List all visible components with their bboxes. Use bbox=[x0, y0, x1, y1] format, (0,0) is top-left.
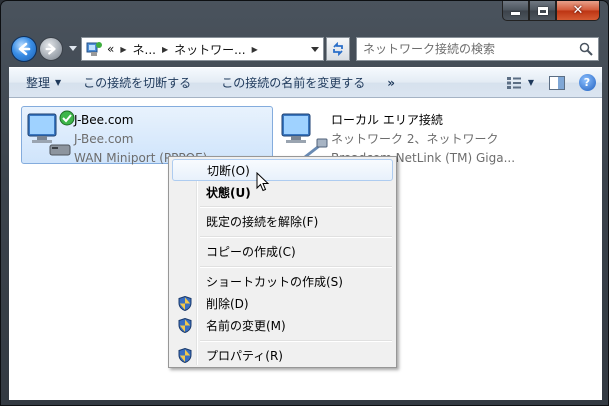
forward-button[interactable] bbox=[39, 37, 63, 61]
recent-pages-dropdown[interactable] bbox=[66, 42, 80, 56]
monitor-icon bbox=[281, 113, 328, 159]
uac-shield-icon bbox=[178, 317, 191, 333]
menu-item-create-copy[interactable]: コピーの作成(C) bbox=[172, 240, 393, 262]
menu-item-label: コピーの作成(C) bbox=[206, 244, 296, 259]
mouse-cursor-icon bbox=[256, 172, 270, 192]
menu-item-create-shortcut[interactable]: ショートカットの作成(S) bbox=[172, 270, 393, 292]
menu-item-label: ショートカットの作成(S) bbox=[206, 274, 343, 289]
rename-connection-button[interactable]: この接続の名前を変更する bbox=[211, 68, 379, 97]
breadcrumb-separator-icon[interactable]: ▶ bbox=[252, 45, 258, 54]
breadcrumb-item-control-panel[interactable]: ネ... bbox=[133, 41, 156, 58]
explorer-window: ✕ « ▶ ネ... ▶ ネットワー... ▶ ネットワーク接続の検索 整理 ▼… bbox=[0, 0, 609, 406]
breadcrumb-separator-icon[interactable]: ▶ bbox=[162, 45, 168, 54]
broadband-connection-icon bbox=[22, 107, 75, 159]
breadcrumb: « ▶ ネ... ▶ ネットワー... ▶ bbox=[107, 41, 264, 58]
menu-item-label: 削除(D) bbox=[206, 296, 249, 311]
connection-status: ネットワーク 2、ネットワーク bbox=[331, 132, 499, 146]
menu-item-label: 既定の接続を解除(F) bbox=[206, 214, 319, 229]
chevron-down-icon: ▼ bbox=[55, 78, 62, 87]
rename-label: この接続の名前を変更する bbox=[221, 76, 366, 90]
uac-shield-icon bbox=[178, 347, 191, 363]
minimize-icon bbox=[511, 12, 520, 15]
command-bar: 整理 ▼ この接続を切断する この接続の名前を変更する » ▼ ? bbox=[9, 67, 602, 98]
caption-buttons: ✕ bbox=[502, 1, 600, 21]
refresh-button[interactable] bbox=[326, 37, 350, 61]
connection-name: ローカル エリア接続 bbox=[331, 113, 443, 127]
preview-pane-button[interactable] bbox=[542, 68, 572, 97]
chevron-down-icon bbox=[69, 46, 77, 51]
menu-item-properties[interactable]: プロパティ(R) bbox=[172, 344, 393, 366]
help-button[interactable]: ? bbox=[572, 68, 602, 97]
menu-separator bbox=[200, 236, 392, 238]
disconnect-connection-button[interactable]: この接続を切断する bbox=[83, 68, 211, 97]
navigation-bar: « ▶ ネ... ▶ ネットワー... ▶ bbox=[1, 33, 608, 63]
menu-item-disconnect[interactable]: 切断(O) bbox=[172, 159, 393, 181]
more-label: » bbox=[387, 75, 395, 90]
chevron-down-icon bbox=[311, 46, 319, 52]
maximize-button[interactable] bbox=[529, 1, 556, 21]
breadcrumb-overflow[interactable]: « bbox=[107, 42, 114, 56]
menu-separator bbox=[200, 340, 392, 342]
refresh-icon bbox=[333, 42, 343, 56]
arrow-left-icon bbox=[18, 42, 31, 56]
connected-check-icon bbox=[59, 110, 75, 126]
menu-item-label: 切断(O) bbox=[207, 163, 250, 178]
menu-item-delete[interactable]: 削除(D) bbox=[172, 292, 393, 314]
back-button[interactable] bbox=[11, 36, 37, 62]
search-input[interactable] bbox=[357, 39, 572, 59]
menu-separator bbox=[200, 266, 392, 268]
menu-item-rename[interactable]: 名前の変更(M) bbox=[172, 314, 393, 336]
connection-details: J-Bee.com J-Bee.com WAN Miniport (PPPOE) bbox=[74, 107, 207, 165]
lan-connection-icon bbox=[279, 107, 331, 159]
help-icon: ? bbox=[578, 74, 596, 91]
address-dropdown[interactable] bbox=[309, 43, 321, 55]
connection-name: J-Bee.com bbox=[74, 113, 134, 127]
preview-pane-icon bbox=[549, 75, 565, 90]
more-commands-button[interactable]: » bbox=[379, 68, 405, 97]
disconnect-label: この接続を切断する bbox=[83, 76, 192, 90]
address-bar[interactable]: « ▶ ネ... ▶ ネットワー... ▶ bbox=[81, 37, 324, 61]
menu-item-label: 名前の変更(M) bbox=[206, 318, 286, 333]
close-button[interactable]: ✕ bbox=[556, 1, 600, 21]
maximize-icon bbox=[537, 6, 548, 15]
network-connections-folder-icon bbox=[86, 42, 102, 56]
context-menu: 切断(O) 状態(U) 既定の接続を解除(F) コピーの作成(C) ショートカッ… bbox=[168, 156, 397, 368]
chevron-down-icon: ▼ bbox=[527, 78, 535, 87]
uac-shield-icon bbox=[178, 295, 191, 311]
arrow-right-icon bbox=[45, 43, 56, 55]
change-view-button[interactable]: ▼ bbox=[498, 68, 542, 97]
menu-item-clear-default[interactable]: 既定の接続を解除(F) bbox=[172, 210, 393, 232]
menu-item-status[interactable]: 状態(U) bbox=[172, 181, 393, 203]
minimize-button[interactable] bbox=[502, 1, 529, 21]
search-icon[interactable] bbox=[579, 42, 593, 56]
organize-button[interactable]: 整理 ▼ bbox=[9, 68, 83, 97]
view-controls: ▼ ? bbox=[498, 68, 602, 97]
menu-separator bbox=[200, 206, 392, 208]
view-options-icon bbox=[506, 76, 521, 89]
connection-status: J-Bee.com bbox=[74, 132, 134, 146]
breadcrumb-separator-icon[interactable]: ▶ bbox=[120, 45, 126, 54]
search-box[interactable] bbox=[356, 37, 599, 61]
breadcrumb-item-network[interactable]: ネットワー... bbox=[174, 41, 245, 58]
menu-item-label: 状態(U) bbox=[206, 185, 251, 200]
organize-label: 整理 bbox=[26, 76, 51, 90]
close-icon: ✕ bbox=[572, 3, 584, 18]
menu-item-label: プロパティ(R) bbox=[206, 348, 283, 363]
